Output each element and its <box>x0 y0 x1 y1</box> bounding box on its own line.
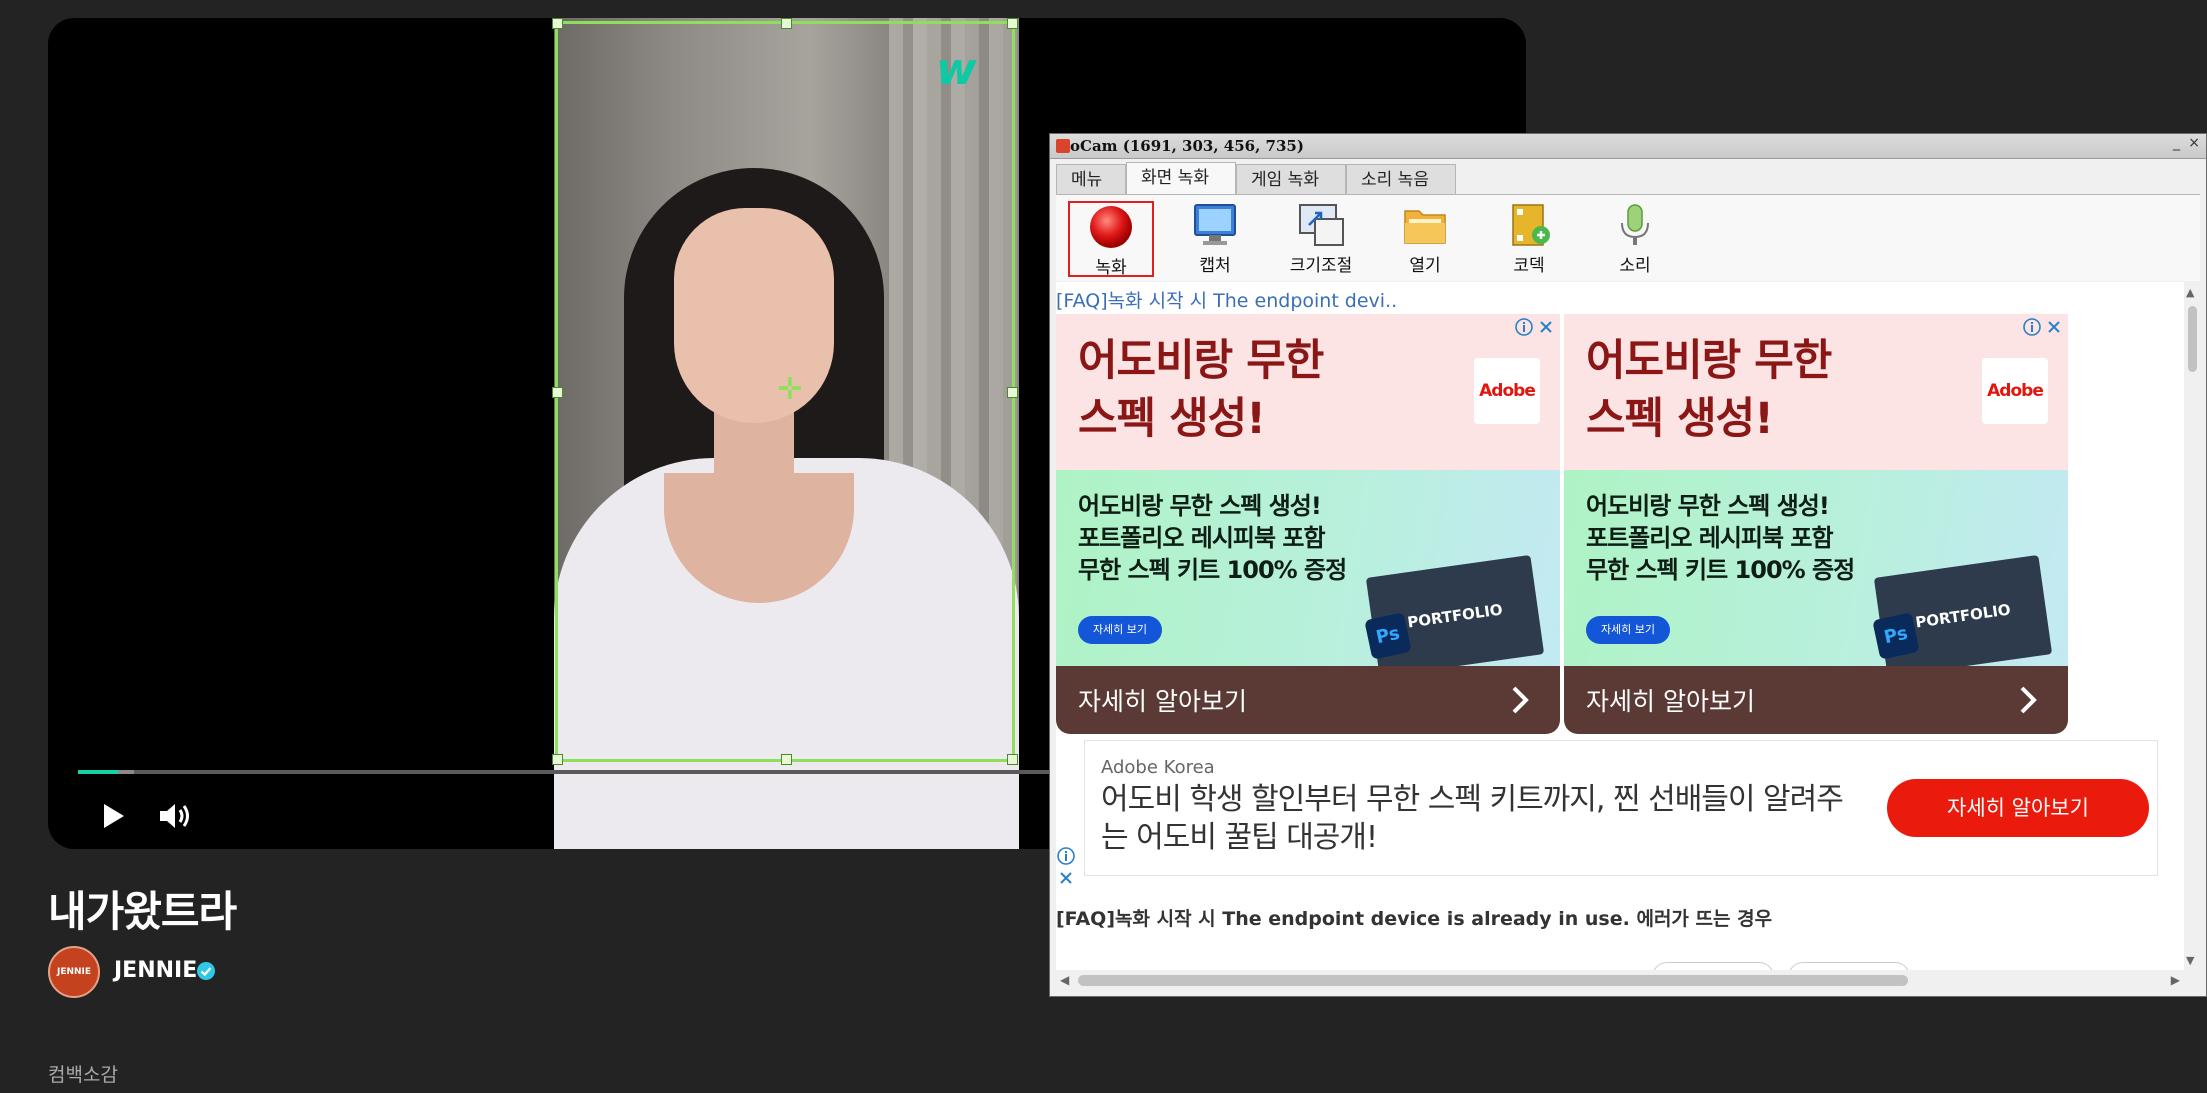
ad-close-icon[interactable] <box>2044 317 2064 337</box>
play-button[interactable] <box>92 796 132 836</box>
progress-played <box>78 770 118 774</box>
ocam-web-content[interactable]: [FAQ]녹화 시작 시 The endpoint devi.. 어도비랑 무한… <box>1056 282 2184 972</box>
ocam-toolbar: 녹화 캡처 크기조절 열기 코덱 소리 <box>1056 194 2200 281</box>
artist-name[interactable]: JENNIE <box>114 958 197 983</box>
photoshop-icon: Ps <box>1872 612 1920 660</box>
ad-info-icon[interactable] <box>2022 317 2042 337</box>
video-title: 내가왔트라 <box>48 887 237 936</box>
folder-icon <box>1404 210 1446 244</box>
native-ad[interactable]: Adobe Korea 어도비 학생 할인부터 무한 스펙 키트까지, 찐 선배… <box>1084 740 2158 876</box>
scroll-right-arrow-icon[interactable]: ▶ <box>2171 973 2180 987</box>
adobe-ad-card-2[interactable]: 어도비랑 무한 스펙 생성! Adobe 어도비랑 무한 스펙 생성! 포트폴리… <box>1564 314 2068 734</box>
adobe-logo-icon: Adobe <box>1474 358 1540 424</box>
resize-label: 크기조절 <box>1289 256 1353 276</box>
tab-screen-recording[interactable]: 화면 녹화 <box>1126 162 1236 195</box>
capture-button[interactable]: 캡처 <box>1172 201 1258 277</box>
codec-icon <box>1512 204 1550 246</box>
minimize-button[interactable]: _ <box>2173 135 2180 151</box>
volume-button[interactable] <box>156 798 194 834</box>
resize-handle-sw[interactable] <box>552 754 563 765</box>
monitor-icon <box>1194 204 1236 245</box>
ad-advertiser-name: Adobe Korea <box>1101 757 1215 778</box>
faq-link[interactable]: [FAQ]녹화 시작 시 The endpoint devi.. <box>1056 286 1397 313</box>
ad-cta-bar[interactable]: 자세히 알아보기 <box>1564 666 2068 734</box>
scroll-up-arrow-icon[interactable]: ▲ <box>2186 286 2194 299</box>
record-button[interactable]: 녹화 <box>1068 201 1154 278</box>
artist-avatar[interactable]: JENNIE <box>48 946 100 998</box>
verified-badge-icon <box>197 962 215 980</box>
ad-headline: 어도비랑 무한 스펙 생성! <box>1078 336 1324 444</box>
ad-headline: 어도비랑 무한 스펙 생성! <box>1586 336 1832 444</box>
tab-menu[interactable]: 메뉴 <box>1056 164 1126 194</box>
ad-info-icon[interactable] <box>1514 317 1534 337</box>
photoshop-icon: Ps <box>1364 612 1412 660</box>
volume-icon <box>160 804 189 828</box>
resize-handle-se[interactable] <box>1007 754 1018 765</box>
faq-heading[interactable]: [FAQ]녹화 시작 시 The endpoint device is alre… <box>1056 904 1772 931</box>
tab-sound-recording[interactable]: 소리 녹음 <box>1346 164 1456 194</box>
ocam-app-icon <box>1056 139 1070 153</box>
resize-icon <box>1299 204 1344 246</box>
resize-handle-n[interactable] <box>781 18 792 29</box>
ad-close-icon[interactable] <box>1056 868 1076 888</box>
resize-handle-s[interactable] <box>781 754 792 765</box>
scroll-down-arrow-icon[interactable]: ▼ <box>2186 954 2194 967</box>
sound-label: 소리 <box>1619 256 1651 276</box>
ad-header: 어도비랑 무한 스펙 생성! Adobe <box>1056 314 1560 470</box>
ad-body-area: 어도비랑 무한 스펙 생성! 포트폴리오 레시피북 포함 무한 스펙 키트 10… <box>1056 470 1560 678</box>
section-label: 컴백소감 <box>48 1064 118 1086</box>
horizontal-scroll-thumb[interactable] <box>1078 975 1908 986</box>
codec-button[interactable]: 코덱 <box>1486 201 1572 277</box>
ad-learn-more-button[interactable]: 자세히 알아보기 <box>1887 779 2149 837</box>
ad-description[interactable]: 어도비 학생 할인부터 무한 스펙 키트까지, 찐 선배들이 알려주는 어도비 … <box>1101 781 1861 857</box>
capture-region-frame[interactable]: ✛ <box>552 18 1018 765</box>
resize-handle-e[interactable] <box>1007 387 1018 398</box>
open-label: 열기 <box>1409 256 1441 276</box>
ad-header: 어도비랑 무한 스펙 생성! Adobe <box>1564 314 2068 470</box>
ad-cta-label: 자세히 알아보기 <box>1078 687 1247 716</box>
adobe-logo-icon: Adobe <box>1982 358 2048 424</box>
capture-label: 캡처 <box>1199 256 1231 276</box>
codec-label: 코덱 <box>1513 256 1545 276</box>
ad-detail-pill-button[interactable]: 자세히 보기 <box>1078 616 1162 644</box>
resize-handle-w[interactable] <box>552 387 563 398</box>
adobe-ad-card-1[interactable]: 어도비랑 무한 스펙 생성! Adobe 어도비랑 무한 스펙 생성! 포트폴리… <box>1056 314 1560 734</box>
ad-close-icon[interactable] <box>1536 317 1556 337</box>
scroll-left-arrow-icon[interactable]: ◀ <box>1060 973 1069 987</box>
ad-cta-bar[interactable]: 자세히 알아보기 <box>1056 666 1560 734</box>
ocam-window[interactable]: oCam (1691, 303, 456, 735) _ × 메뉴 화면 녹화 … <box>1049 133 2207 997</box>
move-cross-icon[interactable]: ✛ <box>775 375 805 405</box>
resize-handle-nw[interactable] <box>552 18 563 29</box>
chevron-right-icon <box>1512 686 1529 714</box>
close-button[interactable]: × <box>2188 135 2200 151</box>
open-button[interactable]: 열기 <box>1382 201 1468 277</box>
ocam-window-title: oCam (1691, 303, 456, 735) <box>1070 137 1304 155</box>
ad-detail-pill-button[interactable]: 자세히 보기 <box>1586 616 1670 644</box>
vertical-scroll-thumb[interactable] <box>2188 306 2197 372</box>
resize-button[interactable]: 크기조절 <box>1278 201 1364 277</box>
horizontal-scrollbar[interactable]: ◀ ▶ <box>1056 970 2184 990</box>
ad-body-text: 어도비랑 무한 스펙 생성! 포트폴리오 레시피북 포함 무한 스펙 키트 10… <box>1586 492 1855 584</box>
record-label: 녹화 <box>1095 258 1127 278</box>
microphone-icon <box>1621 204 1649 245</box>
sound-button[interactable]: 소리 <box>1592 201 1678 277</box>
ad-cta-label: 자세히 알아보기 <box>1586 687 1755 716</box>
vertical-scrollbar[interactable]: ▲ ▼ <box>2184 282 2200 972</box>
resize-handle-ne[interactable] <box>1007 18 1018 29</box>
ad-body-area: 어도비랑 무한 스펙 생성! 포트폴리오 레시피북 포함 무한 스펙 키트 10… <box>1564 470 2068 678</box>
chevron-right-icon <box>2020 686 2037 714</box>
ocam-titlebar[interactable]: oCam (1691, 303, 456, 735) _ × <box>1050 134 2206 159</box>
ad-info-icon[interactable] <box>1056 846 1076 866</box>
tab-game-recording[interactable]: 게임 녹화 <box>1236 164 1346 194</box>
record-icon <box>1090 206 1132 248</box>
ad-body-text: 어도비랑 무한 스펙 생성! 포트폴리오 레시피북 포함 무한 스펙 키트 10… <box>1078 492 1347 584</box>
play-icon <box>104 804 124 828</box>
